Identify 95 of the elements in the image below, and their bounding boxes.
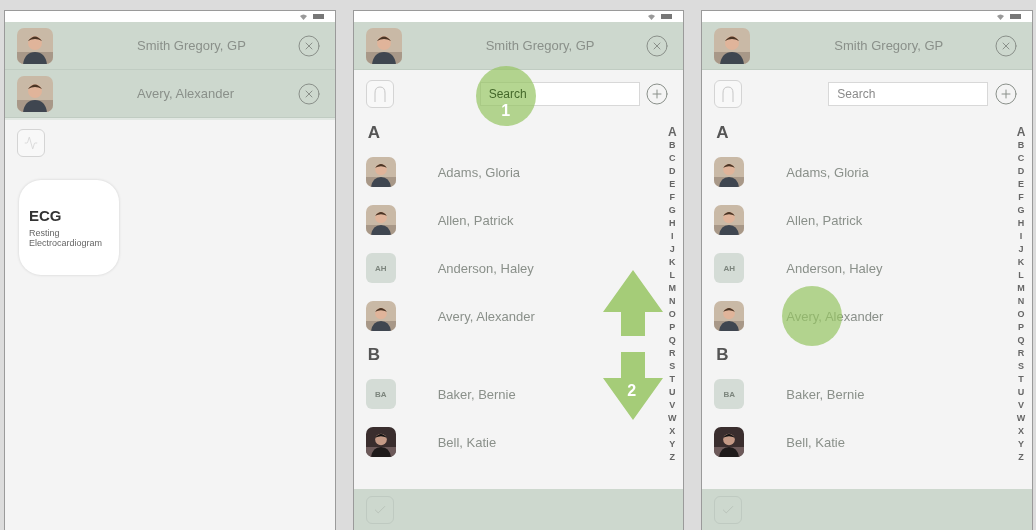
- index-letter[interactable]: B: [669, 139, 676, 152]
- contact-name[interactable]: Adams, Gloria: [437, 164, 521, 180]
- index-letter[interactable]: S: [669, 360, 676, 373]
- index-letter[interactable]: J: [1018, 243, 1024, 256]
- add-icon[interactable]: [994, 82, 1018, 106]
- wifi-icon: [648, 13, 656, 20]
- close-icon[interactable]: [296, 81, 321, 106]
- step-number: 2: [627, 382, 637, 400]
- contact-name[interactable]: Anderson, Haley: [786, 260, 883, 276]
- index-letter[interactable]: Z: [1018, 451, 1024, 464]
- contact-name[interactable]: Baker, Bernie: [786, 386, 865, 402]
- index-letter[interactable]: Z: [669, 451, 676, 464]
- index-letter[interactable]: H: [1017, 217, 1025, 230]
- contact-name[interactable]: Allen, Patrick: [437, 212, 514, 228]
- index-letter[interactable]: L: [1018, 269, 1024, 282]
- index-letter[interactable]: J: [669, 243, 675, 256]
- index-letter[interactable]: G: [668, 204, 676, 217]
- battery-icon: [1010, 14, 1022, 19]
- index-letter[interactable]: X: [1018, 425, 1024, 438]
- add-icon[interactable]: [645, 82, 670, 106]
- patient-name: Avery, Alexander: [136, 86, 236, 101]
- wifi-icon: [299, 13, 307, 20]
- person-icon[interactable]: [714, 80, 743, 108]
- pulse-icon[interactable]: [17, 129, 45, 157]
- index-letter[interactable]: W: [668, 412, 677, 425]
- close-icon[interactable]: [296, 33, 321, 58]
- index-letter[interactable]: F: [669, 191, 676, 204]
- index-letter[interactable]: Y: [1018, 438, 1024, 451]
- close-icon[interactable]: [994, 33, 1018, 58]
- index-letter[interactable]: U: [669, 386, 676, 399]
- initials-avatar: BA: [365, 379, 396, 409]
- index-letter[interactable]: T: [1018, 373, 1024, 386]
- section-letter: B: [366, 344, 381, 366]
- index-letter[interactable]: Q: [1017, 334, 1025, 347]
- index-letter[interactable]: R: [1017, 347, 1025, 360]
- section-letter: A: [715, 122, 730, 144]
- search-field[interactable]: Search: [828, 82, 989, 106]
- test-title: ECG: [29, 207, 63, 224]
- index-letter[interactable]: K: [669, 256, 676, 269]
- index-letter[interactable]: I: [1019, 230, 1023, 243]
- contact-name[interactable]: Avery, Alexander: [437, 308, 535, 324]
- index-letter[interactable]: P: [1018, 321, 1024, 334]
- index-letter[interactable]: O: [668, 308, 676, 321]
- index-letter[interactable]: L: [669, 269, 676, 282]
- battery-icon: [661, 14, 674, 19]
- patient-name: Smith Gregory, GP: [484, 38, 596, 53]
- index-letter[interactable]: Q: [668, 334, 676, 347]
- index-letter[interactable]: G: [1017, 204, 1025, 217]
- index-letter[interactable]: U: [1017, 386, 1025, 399]
- index-letter[interactable]: I: [671, 230, 674, 243]
- index-letter[interactable]: D: [1017, 165, 1025, 178]
- index-letter[interactable]: P: [669, 321, 676, 334]
- index-letter[interactable]: A: [668, 126, 677, 139]
- contact-name[interactable]: Bell, Katie: [786, 434, 845, 450]
- patient-name: Smith Gregory, GP: [136, 38, 247, 53]
- index-letter[interactable]: E: [669, 178, 676, 191]
- initials-avatar: AH: [714, 253, 745, 283]
- battery-icon: [312, 14, 325, 19]
- index-letter[interactable]: A: [1016, 126, 1026, 139]
- index-letter[interactable]: M: [668, 282, 677, 295]
- initials-avatar: BA: [714, 379, 745, 409]
- index-letter[interactable]: R: [669, 347, 676, 360]
- index-letter[interactable]: H: [669, 217, 676, 230]
- section-letter: A: [366, 122, 381, 144]
- index-letter[interactable]: B: [1017, 139, 1025, 152]
- test-subtitle: Resting Electrocardiogram: [29, 228, 104, 248]
- wifi-icon: [997, 13, 1004, 20]
- index-letter[interactable]: S: [1018, 360, 1024, 373]
- contact-name[interactable]: Bell, Katie: [437, 434, 497, 450]
- index-letter[interactable]: K: [1017, 256, 1025, 269]
- index-letter[interactable]: C: [1017, 152, 1025, 165]
- index-letter[interactable]: O: [1017, 308, 1025, 321]
- index-letter[interactable]: V: [1018, 399, 1024, 412]
- index-letter[interactable]: W: [1016, 412, 1026, 425]
- contact-name[interactable]: Adams, Gloria: [786, 164, 869, 180]
- index-letter[interactable]: D: [669, 165, 676, 178]
- section-letter: B: [715, 344, 730, 366]
- index-letter[interactable]: F: [1018, 191, 1024, 204]
- close-icon[interactable]: [645, 33, 670, 58]
- contact-name[interactable]: Anderson, Haley: [437, 260, 534, 276]
- contact-name[interactable]: Baker, Bernie: [437, 386, 516, 402]
- index-letter[interactable]: M: [1017, 282, 1025, 295]
- index-letter[interactable]: N: [669, 295, 676, 308]
- test-card[interactable]: ECG Resting Electrocardiogram: [19, 180, 119, 275]
- person-icon[interactable]: [365, 80, 394, 108]
- initials-avatar: AH: [365, 253, 396, 283]
- index-letter[interactable]: V: [669, 399, 676, 412]
- index-letter[interactable]: N: [1017, 295, 1025, 308]
- index-letter[interactable]: X: [669, 425, 676, 438]
- patient-name: Smith Gregory, GP: [833, 38, 945, 53]
- index-letter[interactable]: Y: [669, 438, 676, 451]
- contact-name[interactable]: Allen, Patrick: [786, 212, 863, 228]
- index-letter[interactable]: C: [669, 152, 676, 165]
- index-letter[interactable]: E: [1018, 178, 1024, 191]
- index-letter[interactable]: T: [669, 373, 676, 386]
